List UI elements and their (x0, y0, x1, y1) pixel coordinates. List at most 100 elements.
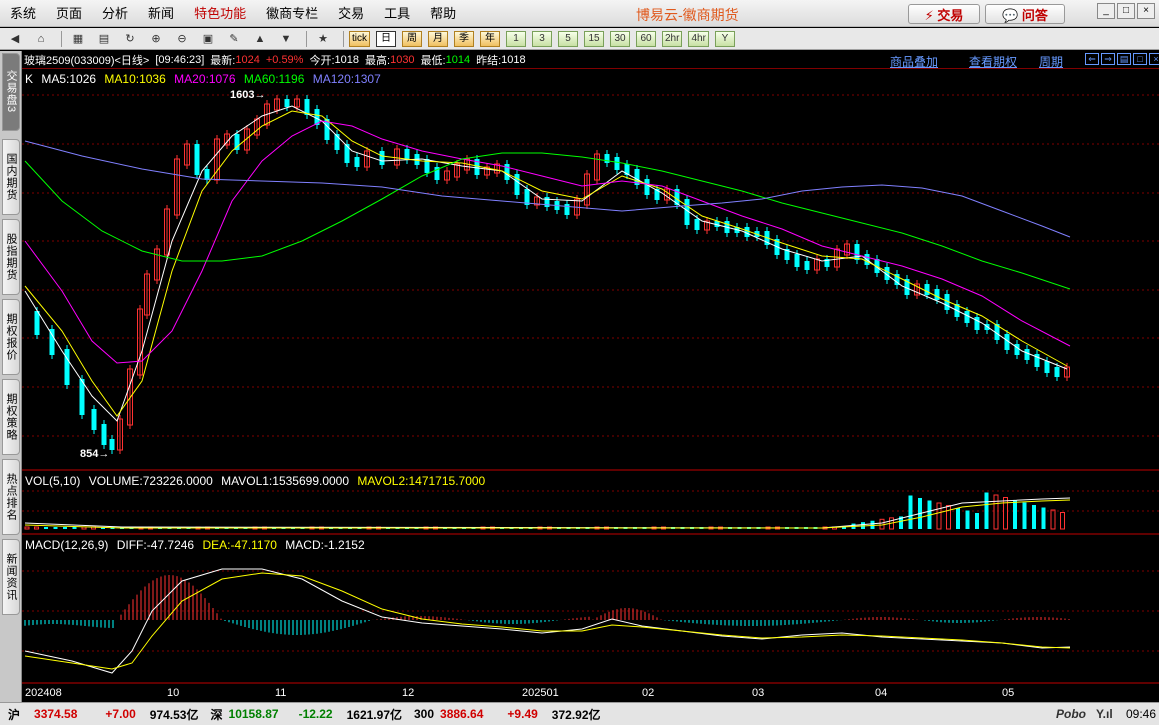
candle-down (854, 244, 860, 260)
candle-down (91, 409, 97, 430)
kline-chart[interactable]: 202408 10 11 12 202501 02 03 04 05 (22, 51, 1159, 702)
refresh-icon[interactable]: ↻ (119, 30, 141, 48)
sz-value: 10158.87 (228, 707, 279, 721)
candle-down (49, 329, 55, 355)
close-button[interactable]: × (1137, 3, 1155, 19)
volume-bar (908, 495, 913, 529)
toolbar-separator (61, 30, 62, 47)
period-button[interactable]: 年 (480, 30, 500, 47)
volume-bar (1041, 507, 1046, 529)
zoom-in-icon[interactable]: ⊕ (145, 30, 167, 48)
volume-bar (72, 527, 77, 529)
macd-diff-line (24, 568, 1071, 674)
sidebar-tab[interactable]: 股指期货 (2, 219, 20, 295)
mavol1-value: MAVOL1:1535699.0000 (221, 474, 350, 488)
sidebar-tab[interactable]: 热点排名 (2, 459, 20, 535)
period-button[interactable]: 5 (558, 30, 578, 47)
volume-legend: VOL(5,10) VOLUME:723226.0000 MAVOL1:1535… (25, 474, 490, 488)
candle-down (284, 99, 290, 107)
candle-down (564, 204, 570, 215)
candle-down (344, 144, 350, 163)
news-icon[interactable]: ▤ (93, 30, 115, 48)
candle-down (379, 151, 385, 165)
menu-item[interactable]: 新闻 (138, 0, 184, 27)
candle-down (604, 154, 610, 163)
x-axis-label: 12 (402, 687, 414, 699)
period-button[interactable]: 30 (610, 30, 630, 47)
macd-value: MACD:-1.2152 (285, 538, 365, 552)
menu-item[interactable]: 工具 (374, 0, 420, 27)
maximize-button[interactable]: □ (1117, 3, 1135, 19)
menu-item[interactable]: 系统 (0, 0, 46, 27)
sh-change: +7.00 (105, 707, 136, 721)
menu-item[interactable]: 页面 (46, 0, 92, 27)
candle-down (234, 134, 240, 150)
chart-tool-icon[interactable]: ▲ (249, 30, 271, 48)
window-icon[interactable]: ▣ (197, 30, 219, 48)
sh-value: 3374.58 (34, 707, 78, 721)
candle-down (404, 149, 410, 160)
toolbar: ◀ ⌂ ▦ ▤ ↻ ⊕ ⊖ ▣ ✎ ▲ ▼ ★ tick 日周月季年 1 3 5 15 30 60 2hr 4hr Y (0, 28, 1159, 50)
sidebar-tab[interactable]: 新闻资讯 (2, 539, 20, 615)
volume-bar (63, 527, 67, 529)
volume-bar (870, 520, 875, 529)
zoom-out-icon[interactable]: ⊖ (171, 30, 193, 48)
vol-title: VOL(5,10) (25, 474, 81, 488)
c300-value: 3886.64 (440, 707, 484, 721)
menu-item[interactable]: 徽商专栏 (256, 0, 328, 27)
period-button[interactable]: 60 (636, 30, 656, 47)
candle-down (194, 144, 200, 175)
ma120-line (24, 140, 1071, 238)
new-icon[interactable]: ★ (312, 30, 334, 48)
candle-down (964, 311, 970, 323)
period-button[interactable]: tick (349, 30, 370, 47)
period-button[interactable]: 3 (532, 30, 552, 47)
candle-down (354, 157, 360, 167)
volume-bar (1003, 497, 1008, 530)
c300-change: +9.49 (507, 707, 538, 721)
menu-item[interactable]: 分析 (92, 0, 138, 27)
c300-amount: 372.92亿 (551, 707, 601, 722)
high-marker: 1603→ (230, 89, 266, 101)
diff-value: DIFF:-47.7246 (116, 538, 195, 552)
period-button[interactable]: 4hr (688, 30, 709, 47)
period-button[interactable]: 2hr (662, 30, 683, 47)
trade-button[interactable]: ⚡ 交易 (908, 4, 980, 24)
volume-bar (975, 513, 979, 529)
period-button[interactable]: Y (714, 30, 735, 47)
candle-down (1014, 344, 1020, 355)
volume-bar (24, 526, 30, 530)
x-axis-label: 202501 (522, 687, 559, 699)
back-icon[interactable]: ◀ (4, 30, 26, 48)
menu-item[interactable]: 交易 (328, 0, 374, 27)
menu-item[interactable]: 特色功能 (184, 0, 256, 27)
sidebar-tab[interactable]: 期权策略 (2, 379, 20, 455)
candle-down (974, 317, 980, 330)
database-icon[interactable]: ▦ (67, 30, 89, 48)
menu-item[interactable]: 帮助 (420, 0, 466, 27)
ma10-line (24, 110, 1068, 417)
filter-icon[interactable]: ▼ (275, 30, 297, 48)
toolbar-separator (343, 30, 344, 47)
home-icon[interactable]: ⌂ (30, 30, 52, 48)
period-button[interactable]: 季 (454, 30, 474, 47)
period-button[interactable]: 15 (584, 30, 604, 47)
ma60-line (24, 152, 1071, 290)
sidebar-tab[interactable]: 国内期货 (2, 139, 20, 215)
ask-button[interactable]: 💬 问答 (985, 4, 1065, 24)
period-button[interactable]: 月 (428, 30, 448, 47)
pen-icon[interactable]: ✎ (223, 30, 245, 48)
candle-down (924, 284, 930, 295)
volume-bar (34, 526, 39, 530)
sh-amount: 974.53亿 (149, 707, 199, 722)
volume-bar (936, 502, 942, 530)
minimize-button[interactable]: _ (1097, 3, 1115, 19)
period-button[interactable]: 周 (402, 30, 422, 47)
period-button[interactable]: 日 (376, 30, 396, 47)
candle-down (544, 197, 550, 207)
sidebar-tab[interactable]: 期权报价 (2, 299, 20, 375)
volume-bar (993, 494, 999, 530)
sidebar-tab[interactable]: 交易盘3 (2, 53, 20, 131)
period-button[interactable]: 1 (506, 30, 526, 47)
pobo-logo: Pobo (1056, 707, 1086, 721)
